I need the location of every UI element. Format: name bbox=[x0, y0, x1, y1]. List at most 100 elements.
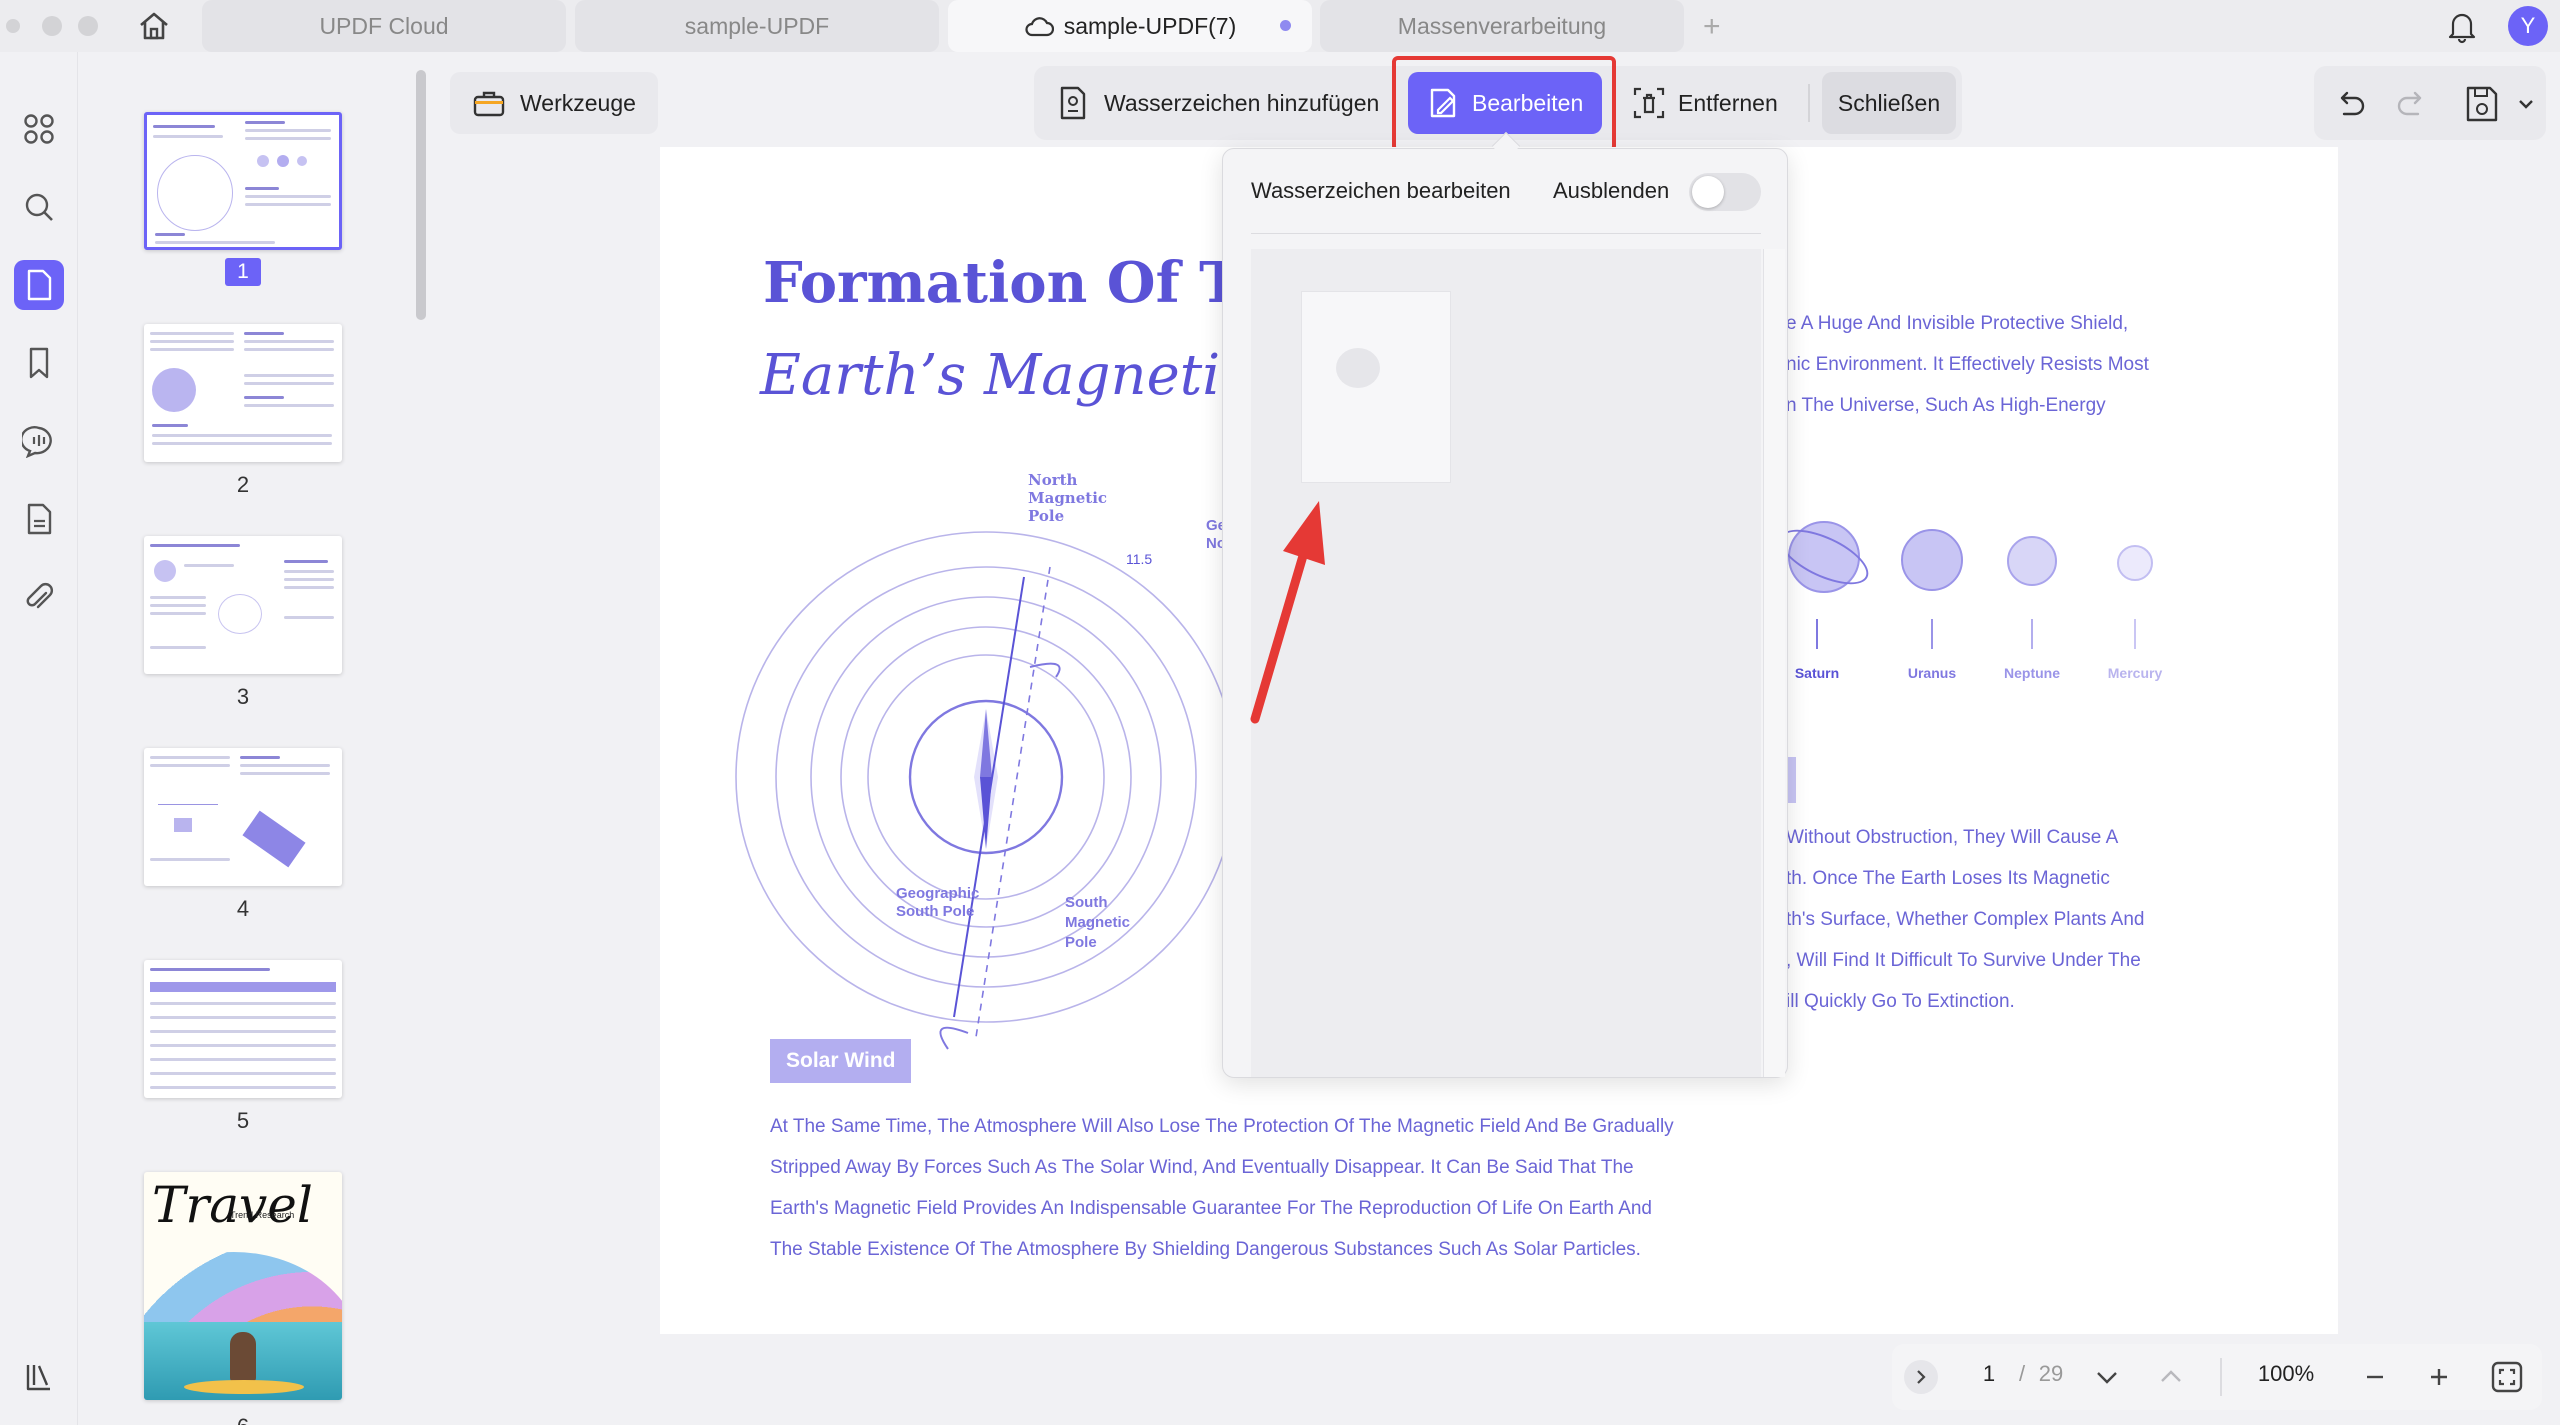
page-thumbnail-4[interactable] bbox=[144, 748, 342, 886]
save-icon[interactable] bbox=[2460, 82, 2504, 126]
page-thumbnail-1[interactable] bbox=[144, 112, 342, 250]
text-line: Without Obstruction, They Will Cause A bbox=[1786, 827, 2119, 848]
text-line: e A Huge And Invisible Protective Shield… bbox=[1786, 313, 2129, 334]
uranus-planet bbox=[1901, 529, 1963, 591]
page-thumbnails-icon[interactable] bbox=[14, 260, 64, 310]
watermark-edit-popup: Wasserzeichen bearbeiten Ausblenden bbox=[1222, 148, 1788, 1078]
planet-label-neptune: Neptune bbox=[2004, 665, 2060, 681]
zoom-in-icon[interactable] bbox=[2424, 1362, 2454, 1392]
new-tab-plus-icon[interactable]: + bbox=[1703, 10, 1721, 44]
bookmark-icon[interactable] bbox=[14, 338, 64, 388]
kayak-person-graphic bbox=[230, 1332, 256, 1382]
text-line: Stripped Away By Forces Such As The Sola… bbox=[770, 1157, 1634, 1178]
prev-page-chevron-up-icon[interactable] bbox=[2156, 1362, 2186, 1392]
close-label: Schließen bbox=[1837, 89, 1941, 116]
text-line: Earth's Magnetic Field Provides An Indis… bbox=[770, 1198, 1652, 1219]
page-number: 2 bbox=[236, 472, 250, 497]
text-line: , Will Find It Difficult To Survive Unde… bbox=[1786, 950, 2141, 971]
watermark-preview-card[interactable] bbox=[1301, 291, 1451, 483]
tab-label: Massenverarbeitung bbox=[1397, 12, 1607, 39]
page-thumbnail-6[interactable]: Travel Trend Research bbox=[144, 1172, 342, 1400]
tools-label: Werkzeuge bbox=[520, 89, 636, 116]
planet-label-saturn: Saturn bbox=[1794, 665, 1840, 681]
page-number: 3 bbox=[236, 684, 250, 709]
thumbnail-scrollbar[interactable] bbox=[416, 70, 426, 320]
watermark-list-scrollbar[interactable] bbox=[1763, 249, 1785, 1077]
page-number: 5 bbox=[236, 1108, 250, 1133]
form-document-icon[interactable] bbox=[14, 494, 64, 544]
page-thumbnail-2[interactable] bbox=[144, 324, 342, 462]
left-icon-rail bbox=[0, 52, 78, 1425]
grid-apps-icon[interactable] bbox=[14, 104, 64, 154]
tab-sample-updf[interactable]: sample-UPDF bbox=[575, 0, 939, 52]
title-bar: UPDF Cloud sample-UPDF sample-UPDF(7) Ma… bbox=[0, 0, 2560, 52]
avatar[interactable]: Y bbox=[2508, 6, 2548, 46]
right-text-block-1: e A Huge And Invisible Protective Shield… bbox=[1786, 303, 2149, 426]
neptune-planet bbox=[2007, 536, 2057, 586]
tab-label: sample-UPDF(7) bbox=[1063, 12, 1237, 39]
undo-icon[interactable] bbox=[2330, 84, 2370, 124]
document-title: Formation Of Th bbox=[763, 250, 1282, 316]
tab-label: sample-UPDF bbox=[684, 12, 830, 39]
travel-subtitle: Trend Research bbox=[230, 1210, 295, 1220]
planet-label-uranus: Uranus bbox=[1907, 665, 1957, 681]
comment-icon[interactable] bbox=[14, 416, 64, 466]
fit-to-screen-icon[interactable] bbox=[2490, 1360, 2524, 1394]
next-page-chevron-down-icon[interactable] bbox=[2092, 1362, 2122, 1392]
edit-button[interactable]: Bearbeiten bbox=[1408, 72, 1602, 134]
toggle-knob bbox=[1692, 176, 1724, 208]
solar-wind-paragraph: At The Same Time, The Atmosphere Will Al… bbox=[770, 1106, 1674, 1270]
south-magnetic-pole-label: South Magnetic Pole bbox=[1065, 894, 1131, 951]
window-zoom-dot[interactable] bbox=[78, 16, 98, 36]
watermark-add-icon bbox=[1056, 85, 1090, 121]
page-number: 6 bbox=[144, 1414, 342, 1425]
tab-label: UPDF Cloud bbox=[319, 12, 449, 39]
tab-updf-cloud[interactable]: UPDF Cloud bbox=[202, 0, 566, 52]
tab-massenverarbeitung[interactable]: Massenverarbeitung bbox=[1320, 0, 1684, 52]
save-options-chevron-down-icon[interactable] bbox=[2514, 92, 2538, 116]
page-thumbnail-3[interactable] bbox=[144, 536, 342, 674]
page-thumbnail-5[interactable] bbox=[144, 960, 342, 1098]
window-close-dot[interactable] bbox=[6, 19, 20, 33]
page-navigation-bar: 1 / 29 100% bbox=[1892, 1344, 2542, 1410]
total-pages: 29 bbox=[2038, 1361, 2064, 1386]
remove-label: Entfernen bbox=[1678, 89, 1778, 116]
attachment-icon[interactable] bbox=[14, 572, 64, 622]
tools-button[interactable]: Werkzeuge bbox=[450, 72, 658, 134]
zoom-out-icon[interactable] bbox=[2360, 1362, 2390, 1392]
home-icon[interactable] bbox=[136, 8, 172, 44]
tab-sample-updf-7[interactable]: sample-UPDF(7) bbox=[948, 0, 1312, 52]
redo-icon[interactable] bbox=[2392, 84, 2432, 124]
text-line: The Stable Existence Of The Atmosphere B… bbox=[770, 1239, 1641, 1260]
mercury-planet bbox=[2117, 545, 2153, 581]
popup-title: Wasserzeichen bearbeiten bbox=[1251, 178, 1511, 203]
zoom-level[interactable]: 100% bbox=[2236, 1361, 2336, 1387]
toolbox-icon bbox=[472, 88, 506, 118]
page-number-active: 1 bbox=[225, 258, 261, 286]
geographic-south-pole-label: Geographic South Pole bbox=[896, 885, 980, 920]
bell-icon[interactable] bbox=[2444, 8, 2480, 44]
sidebar-expand-chevron-right-icon[interactable] bbox=[1904, 1360, 1938, 1394]
planet-tick bbox=[2031, 619, 2033, 649]
popup-divider bbox=[1251, 233, 1761, 234]
planet-tick bbox=[2134, 619, 2136, 649]
planet-tick bbox=[1816, 619, 1818, 649]
text-line: th's Surface, Whether Complex Plants And bbox=[1786, 909, 2145, 930]
add-watermark-button[interactable]: Wasserzeichen hinzufügen bbox=[1046, 72, 1386, 134]
travel-title: Travel bbox=[152, 1176, 313, 1234]
edit-watermark-icon bbox=[1426, 86, 1460, 120]
close-button[interactable]: Schließen bbox=[1822, 72, 1956, 134]
hide-toggle[interactable] bbox=[1689, 173, 1761, 211]
window-minimize-dot[interactable] bbox=[42, 16, 62, 36]
text-line: ill Quickly Go To Extinction. bbox=[1786, 991, 2015, 1012]
layers-library-icon[interactable] bbox=[14, 1352, 64, 1402]
solar-wind-tag: Solar Wind bbox=[770, 1039, 912, 1083]
search-icon[interactable] bbox=[14, 182, 64, 232]
watermark-preview-image bbox=[1336, 348, 1380, 388]
text-line: At The Same Time, The Atmosphere Will Al… bbox=[770, 1116, 1674, 1137]
kayak-graphic bbox=[184, 1380, 304, 1394]
remove-button[interactable]: Entfernen bbox=[1624, 72, 1794, 134]
remove-watermark-icon bbox=[1632, 86, 1666, 120]
tilt-angle-label: 11.5 bbox=[1126, 551, 1153, 567]
toolbar-divider bbox=[1808, 84, 1810, 122]
